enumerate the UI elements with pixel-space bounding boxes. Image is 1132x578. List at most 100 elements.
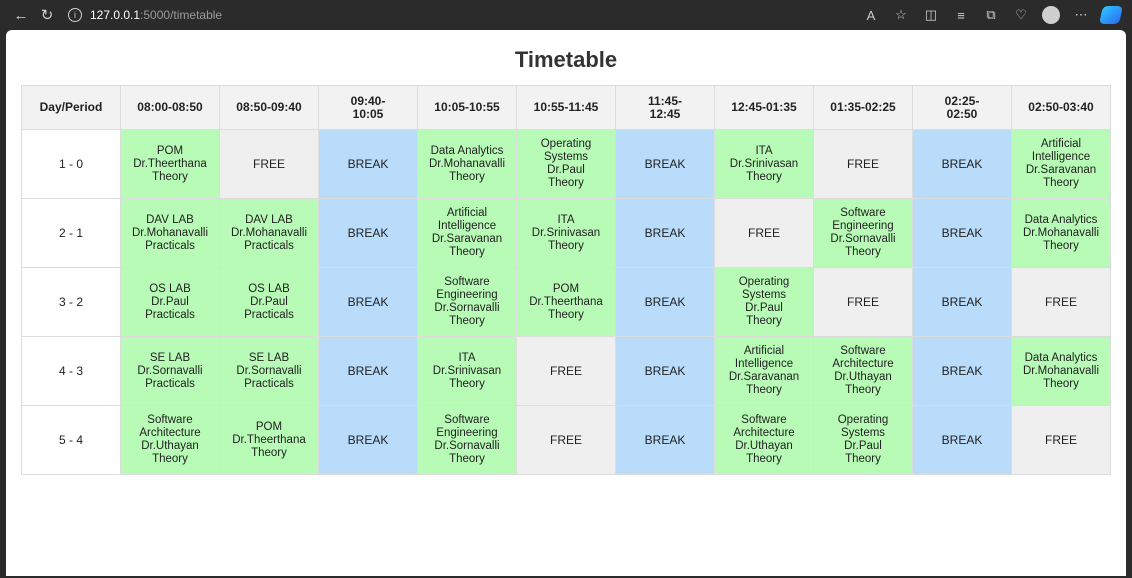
break-cell: BREAK: [318, 129, 418, 199]
cell-text: BREAK: [941, 432, 983, 447]
cell-text: BREAK: [347, 432, 389, 447]
class-cell: DAV LAB Dr.Mohanavalli Practicals: [219, 198, 319, 268]
cell-text: FREE: [549, 363, 582, 378]
url-path: :5000/timetable: [140, 8, 223, 22]
cell-text: BREAK: [644, 432, 686, 447]
cell-text: Intelligence: [1031, 151, 1091, 163]
address-bar[interactable]: i 127.0.0.1:5000/timetable: [60, 4, 858, 26]
cell-text: Data Analytics: [1024, 213, 1098, 226]
cell-text: Artificial Intelligence: [437, 207, 497, 232]
read-aloud-icon[interactable]: A: [858, 4, 884, 26]
cell-text: Artificial: [743, 345, 785, 357]
cell-text: Theory: [251, 446, 287, 459]
cell-text: Dr.Sornavalli: [830, 233, 896, 245]
cell-text: FREE: [549, 432, 582, 447]
class-cell: Software Engineering Dr.Sornavalli Theory: [813, 198, 913, 268]
cell-text: BREAK: [644, 294, 686, 309]
cell-text: Theory: [449, 377, 485, 390]
cell-text: BREAK: [347, 294, 389, 309]
break-cell: BREAK: [615, 129, 715, 199]
cell-text: FREE: [252, 156, 285, 171]
cell-text: Practicals: [145, 239, 195, 252]
cell-text: Architecture: [832, 358, 894, 370]
class-cell: DAV LAB Dr.Mohanavalli Practicals: [120, 198, 220, 268]
cell-text: FREE: [747, 225, 780, 240]
copilot-icon[interactable]: [1098, 4, 1124, 26]
class-cell: POM Dr.Theerthana Theory: [516, 267, 616, 337]
day-label: 1 - 0: [21, 129, 121, 199]
cell-text: Dr.Paul: [844, 440, 882, 452]
url-host: 127.0.0.1: [90, 8, 141, 22]
class-cell: Artificial Intelligence Dr.Saravanan Theor…: [417, 198, 517, 268]
cell-text: Dr.Theerthana: [133, 157, 207, 170]
cell-text: Operating Systems: [837, 414, 889, 439]
cell-text: Engineering: [436, 427, 498, 439]
page-viewport: Timetable Day/Period 08:00-08:50 08:50-09:…: [6, 30, 1126, 576]
header-period-7: 12:45-01:35: [714, 85, 814, 130]
break-cell: BREAK: [615, 198, 715, 268]
cell-text: Practicals: [244, 239, 294, 252]
header-period-4: 10:05-10:55: [417, 85, 517, 130]
break-cell: BREAK: [912, 129, 1012, 199]
break-cell: BREAK: [615, 405, 715, 475]
free-cell: FREE: [813, 267, 913, 337]
cell-text: DAV LAB: [245, 213, 293, 226]
class-cell: Software Architecture Dr.Uthayan Theory: [714, 405, 814, 475]
class-cell: OS LAB Dr.Paul Practicals: [120, 267, 220, 337]
cell-text: Practicals: [145, 377, 195, 390]
break-cell: BREAK: [615, 336, 715, 406]
class-cell: Data Analytics Dr.Mohanavalli Theory: [417, 129, 517, 199]
cell-text: Dr.Sornavalli: [434, 440, 500, 452]
favorite-star-icon[interactable]: ☆: [888, 4, 914, 26]
cell-text: Engineering: [832, 220, 894, 232]
cell-text: FREE: [1044, 432, 1077, 447]
cell-text: FREE: [846, 156, 879, 171]
break-cell: BREAK: [318, 267, 418, 337]
profile-avatar[interactable]: [1038, 4, 1064, 26]
cell-text: SE LAB: [149, 351, 191, 364]
cell-text: Software: [147, 414, 193, 426]
reload-icon[interactable]: ↻: [34, 4, 60, 26]
cell-text: Dr.Paul: [250, 295, 288, 308]
cell-text: Theory: [548, 239, 584, 252]
class-cell: SE LAB Dr.Sornavalli Practicals: [120, 336, 220, 406]
cell-text: DAV LAB: [146, 213, 194, 226]
class-cell: Operating Systems Dr.Paul Theory: [516, 129, 616, 199]
heart-icon[interactable]: ♡: [1008, 4, 1034, 26]
cell-text: Engineering: [436, 289, 498, 301]
cell-text: Practicals: [244, 377, 294, 390]
collections-icon[interactable]: ⧉: [978, 4, 1004, 26]
more-menu-icon[interactable]: ⋯: [1068, 4, 1094, 26]
class-cell: Data Analytics Dr.Mohanavalli Theory: [1011, 198, 1111, 268]
favorites-list-icon[interactable]: ≡: [948, 4, 974, 26]
header-period-10: 02:50-03:40: [1011, 85, 1111, 130]
timetable: Day/Period 08:00-08:50 08:50-09:40 09:40- 10…: [21, 85, 1111, 475]
cell-text: Theory: [746, 315, 782, 327]
cell-text: Architecture: [139, 427, 201, 439]
class-cell: POM Dr.Theerthana Theory: [120, 129, 220, 199]
class-cell: SE LAB Dr.Sornavalli Practicals: [219, 336, 319, 406]
header-period-8: 01:35-02:25: [813, 85, 913, 130]
cell-text: Dr.Mohanavalli: [131, 226, 209, 239]
header-period-1: 08:00-08:50: [120, 85, 220, 130]
cell-text: Practicals: [244, 308, 294, 321]
cell-text: FREE: [846, 294, 879, 309]
info-icon[interactable]: i: [68, 8, 82, 22]
cell-text: Dr.Sornavalli: [434, 302, 500, 314]
split-screen-icon[interactable]: ◫: [918, 4, 944, 26]
cell-text: POM: [255, 420, 283, 433]
cell-text: BREAK: [347, 156, 389, 171]
cell-text: Theory: [1043, 239, 1079, 252]
cell-text: Data Analytics: [1024, 351, 1098, 364]
back-icon[interactable]: ←: [8, 4, 34, 26]
cell-text: Theory: [845, 384, 881, 396]
day-label: 2 - 1: [21, 198, 121, 268]
break-cell: BREAK: [318, 405, 418, 475]
table-row: 4 - 3 SE LAB Dr.Sornavalli Practicals SE LAB…: [21, 336, 1111, 406]
cell-text: ITA: [557, 213, 575, 226]
table-row: 5 - 4 Software Architecture Dr.Uthayan Theor…: [21, 405, 1111, 475]
table-row: 1 - 0 POM Dr.Theerthana Theory FREE BREAK Data…: [21, 129, 1111, 199]
day-label: 5 - 4: [21, 405, 121, 475]
class-cell: ITA Dr.Srinivasan Theory: [714, 129, 814, 199]
cell-text: Dr.Mohanavalli: [428, 157, 506, 170]
